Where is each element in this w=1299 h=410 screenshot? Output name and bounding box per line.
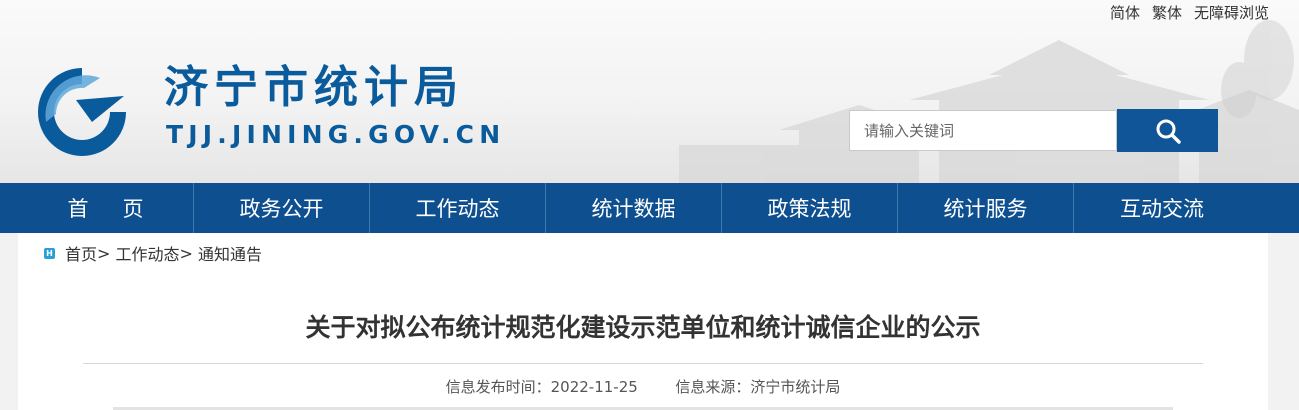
bureau-logo-icon[interactable] — [32, 62, 132, 162]
source-label: 信息来源： — [675, 378, 751, 396]
breadcrumb-notices[interactable]: 通知通告 — [198, 241, 262, 265]
title-divider — [83, 363, 1203, 364]
article-meta: 信息发布时间：2022-11-25 信息来源：济宁市统计局 — [18, 376, 1268, 397]
traditional-chinese-link[interactable]: 繁体 — [1152, 2, 1182, 23]
breadcrumb-separator: > — [97, 243, 111, 263]
building-silhouette-background — [679, 20, 1299, 183]
search-icon — [1156, 119, 1181, 144]
publish-date: 2022-11-25 — [550, 378, 638, 396]
site-domain: TJJ.JINING.GOV.CN — [166, 120, 506, 149]
publish-date-label: 信息发布时间： — [445, 378, 551, 396]
main-nav: 首页 政务公开 工作动态 统计数据 政策法规 统计服务 互动交流 — [0, 183, 1299, 233]
breadcrumb-home[interactable]: 首页 — [65, 241, 97, 265]
nav-item-statistics-data[interactable]: 统计数据 — [546, 183, 722, 233]
simplified-chinese-link[interactable]: 简体 — [1110, 2, 1140, 23]
search-input[interactable] — [849, 110, 1117, 151]
nav-item-work-news[interactable]: 工作动态 — [370, 183, 546, 233]
nav-item-interaction[interactable]: 互动交流 — [1074, 183, 1250, 233]
home-icon: H — [44, 247, 55, 259]
site-header: 简体 繁体 无障碍浏览 济宁市统计局 TJJ.JINING.GOV.CN — [0, 0, 1299, 183]
breadcrumb: H 首页 > 工作动态 > 通知通告 — [44, 241, 262, 265]
nav-item-policies[interactable]: 政策法规 — [722, 183, 898, 233]
source-value: 济宁市统计局 — [750, 378, 841, 396]
breadcrumb-separator: > — [179, 243, 193, 263]
nav-item-government-affairs[interactable]: 政务公开 — [194, 183, 370, 233]
nav-item-statistics-services[interactable]: 统计服务 — [898, 183, 1074, 233]
article-content: H 首页 > 工作动态 > 通知通告 关于对拟公布统计规范化建设示范单位和统计诚… — [18, 233, 1268, 410]
top-links: 简体 繁体 无障碍浏览 — [1110, 2, 1269, 23]
article-title: 关于对拟公布统计规范化建设示范单位和统计诚信企业的公示 — [305, 313, 981, 342]
nav-item-home[interactable]: 首页 — [18, 183, 194, 233]
site-title[interactable]: 济宁市统计局 — [164, 66, 464, 110]
search-button[interactable] — [1117, 109, 1218, 152]
search-bar — [849, 109, 1218, 152]
breadcrumb-work-news[interactable]: 工作动态 — [116, 241, 180, 265]
accessibility-link[interactable]: 无障碍浏览 — [1194, 2, 1269, 23]
